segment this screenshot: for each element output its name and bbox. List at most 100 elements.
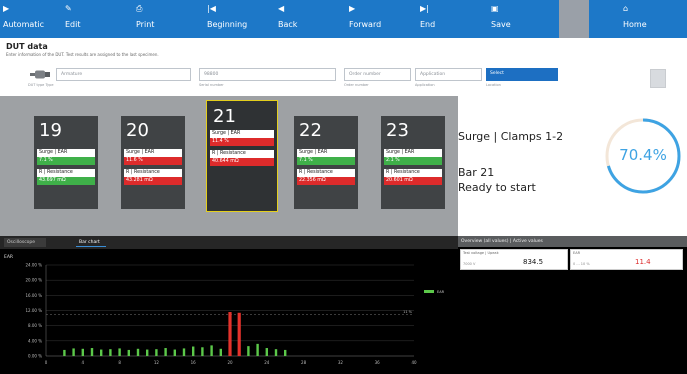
x-tick-label: 0 xyxy=(45,360,48,365)
chart-bar xyxy=(228,312,232,356)
card-number: 21 xyxy=(213,106,236,127)
chart-bar xyxy=(219,348,222,356)
x-tick-label: 4 xyxy=(82,360,85,365)
chart-bar xyxy=(109,349,112,356)
forward-label: Forward xyxy=(349,20,382,29)
end-button[interactable]: ▶| End xyxy=(417,0,488,38)
save-label: Save xyxy=(491,20,511,29)
chart-bar xyxy=(182,348,186,356)
back-button[interactable]: ◀ Back xyxy=(275,0,346,38)
card-test2-label: R | Resistance xyxy=(37,169,95,177)
location-select-button[interactable]: Select xyxy=(486,68,558,81)
overview-item-value: 834.5 xyxy=(523,258,544,266)
x-tick-label: 16 xyxy=(191,360,197,365)
card-test1-value: 7.1 % xyxy=(37,157,95,165)
card-test2-label: R | Resistance xyxy=(384,169,442,177)
location-button-label: Select xyxy=(490,71,504,76)
play-icon: ▶ xyxy=(3,4,10,13)
card-test1-value: 7.1 % xyxy=(297,157,355,165)
y-tick-label: 4.00 % xyxy=(28,338,42,343)
x-tick-label: 8 xyxy=(118,360,121,365)
test-name: Surge | Clamps 1-2 xyxy=(458,130,564,143)
card-test1-label: Surge | EAR xyxy=(297,149,355,157)
y-tick-label: 8.00 % xyxy=(28,323,42,328)
toolbar: ▶ Automatic ✎ Edit ⎙ Print |◀ Beginning … xyxy=(0,0,687,38)
tab-oscilloscope[interactable]: Oscilloscope xyxy=(4,238,46,247)
chart-tabs: Oscilloscope Bar chart xyxy=(0,236,458,249)
progress-value: 70.4% xyxy=(619,146,667,164)
forward-button[interactable]: ▶ Forward xyxy=(346,0,417,38)
overview-panel: Overview (all values) | Active values Te… xyxy=(458,236,687,374)
chart-bar xyxy=(90,348,94,356)
home-icon: ⌂ xyxy=(623,4,629,13)
x-tick-label: 28 xyxy=(301,360,307,365)
save-icon: ▣ xyxy=(491,4,499,13)
dut-title: DUT data xyxy=(6,42,48,51)
back-label: Back xyxy=(278,20,298,29)
chart-bar xyxy=(146,349,149,356)
home-button[interactable]: ⌂ Home xyxy=(589,0,667,38)
card-test2-value: 43.697 mΩ xyxy=(37,177,95,185)
application-caption: Application xyxy=(415,83,435,87)
card-test2-label: R | Resistance xyxy=(124,169,182,177)
chart-bar xyxy=(72,348,75,356)
print-button[interactable]: ⎙ Print xyxy=(133,0,204,38)
specimen-cards-area: 19 Surge | EAR 7.1 % R | Resistance 43.6… xyxy=(0,96,458,236)
card-test1-label: Surge | EAR xyxy=(124,149,182,157)
overview-item-sub: 0 ... 10 % xyxy=(573,262,590,266)
skip-end-icon: ▶| xyxy=(420,4,429,13)
bar-label: Bar 21 xyxy=(458,166,495,179)
menu-button[interactable] xyxy=(650,69,666,88)
print-icon: ⎙ xyxy=(136,4,143,13)
tab-bar-chart[interactable]: Bar chart xyxy=(76,238,106,247)
save-button[interactable]: ▣ Save xyxy=(488,0,559,38)
chart-bar xyxy=(274,349,278,356)
dut-subtitle: Enter information of the DUT. Test resul… xyxy=(6,52,159,57)
chart-bar xyxy=(118,348,121,356)
specimen-card[interactable]: 22 Surge | EAR 7.1 % R | Resistance 22.3… xyxy=(294,116,358,209)
application-field[interactable]: Application xyxy=(415,68,482,81)
test-status-panel: Surge | Clamps 1-2 Bar 21 Ready to start… xyxy=(458,96,687,236)
chart-bar xyxy=(127,349,130,356)
x-tick-label: 24 xyxy=(264,360,270,365)
specimen-card[interactable]: 19 Surge | EAR 7.1 % R | Resistance 43.6… xyxy=(34,116,98,209)
beginning-button[interactable]: |◀ Beginning xyxy=(204,0,275,38)
chart-bar xyxy=(265,348,268,356)
chart-bar xyxy=(81,348,84,356)
x-tick-label: 20 xyxy=(227,360,233,365)
card-number: 20 xyxy=(126,120,149,141)
pencil-icon: ✎ xyxy=(65,4,72,13)
x-tick-label: 12 xyxy=(154,360,160,365)
chart-bar xyxy=(100,349,103,356)
edit-button[interactable]: ✎ Edit xyxy=(62,0,133,38)
automatic-label: Automatic xyxy=(3,20,45,29)
legend-swatch xyxy=(424,290,434,293)
specimen-card-selected[interactable]: 21 Surge | EAR 11.4 % R | Resistance 40.… xyxy=(206,100,278,212)
card-test2-value: 43.281 mΩ xyxy=(124,177,182,185)
specimen-card[interactable]: 23 Surge | EAR 2.1 % R | Resistance 20.6… xyxy=(381,116,445,209)
chart-bar xyxy=(210,345,213,356)
chart-bar xyxy=(164,348,167,356)
location-caption: Location xyxy=(486,83,501,87)
results-area: Oscilloscope Bar chart EAR 24.00 % 20.00 %… xyxy=(0,236,687,374)
automatic-button[interactable]: ▶ Automatic xyxy=(0,0,62,38)
print-label: Print xyxy=(136,20,155,29)
y-tick-label: 12.00 % xyxy=(25,308,42,313)
overview-item-value: 11.4 xyxy=(635,258,651,266)
overview-item-sub: 7000 V xyxy=(463,262,476,266)
y-tick-label: 0.00 % xyxy=(28,354,42,359)
chart-bar xyxy=(173,349,176,356)
chart-bar xyxy=(63,349,66,356)
card-test1-value: 2.1 % xyxy=(384,157,442,165)
card-number: 19 xyxy=(39,120,62,141)
card-test1-label: Surge | EAR xyxy=(384,149,442,157)
forward-icon: ▶ xyxy=(349,4,356,13)
specimen-card[interactable]: 20 Surge | EAR 11.6 % R | Resistance 43.… xyxy=(121,116,185,209)
state-label: Ready to start xyxy=(458,181,536,194)
order-number-field[interactable]: Order number xyxy=(344,68,411,81)
card-test2-value: 22.356 mΩ xyxy=(297,177,355,185)
serial-number-field[interactable]: 98800 xyxy=(199,68,336,81)
card-test2-label: R | Resistance xyxy=(210,150,274,158)
dut-type-field[interactable]: Armature xyxy=(56,68,191,81)
legend-label: EAR xyxy=(437,290,445,294)
